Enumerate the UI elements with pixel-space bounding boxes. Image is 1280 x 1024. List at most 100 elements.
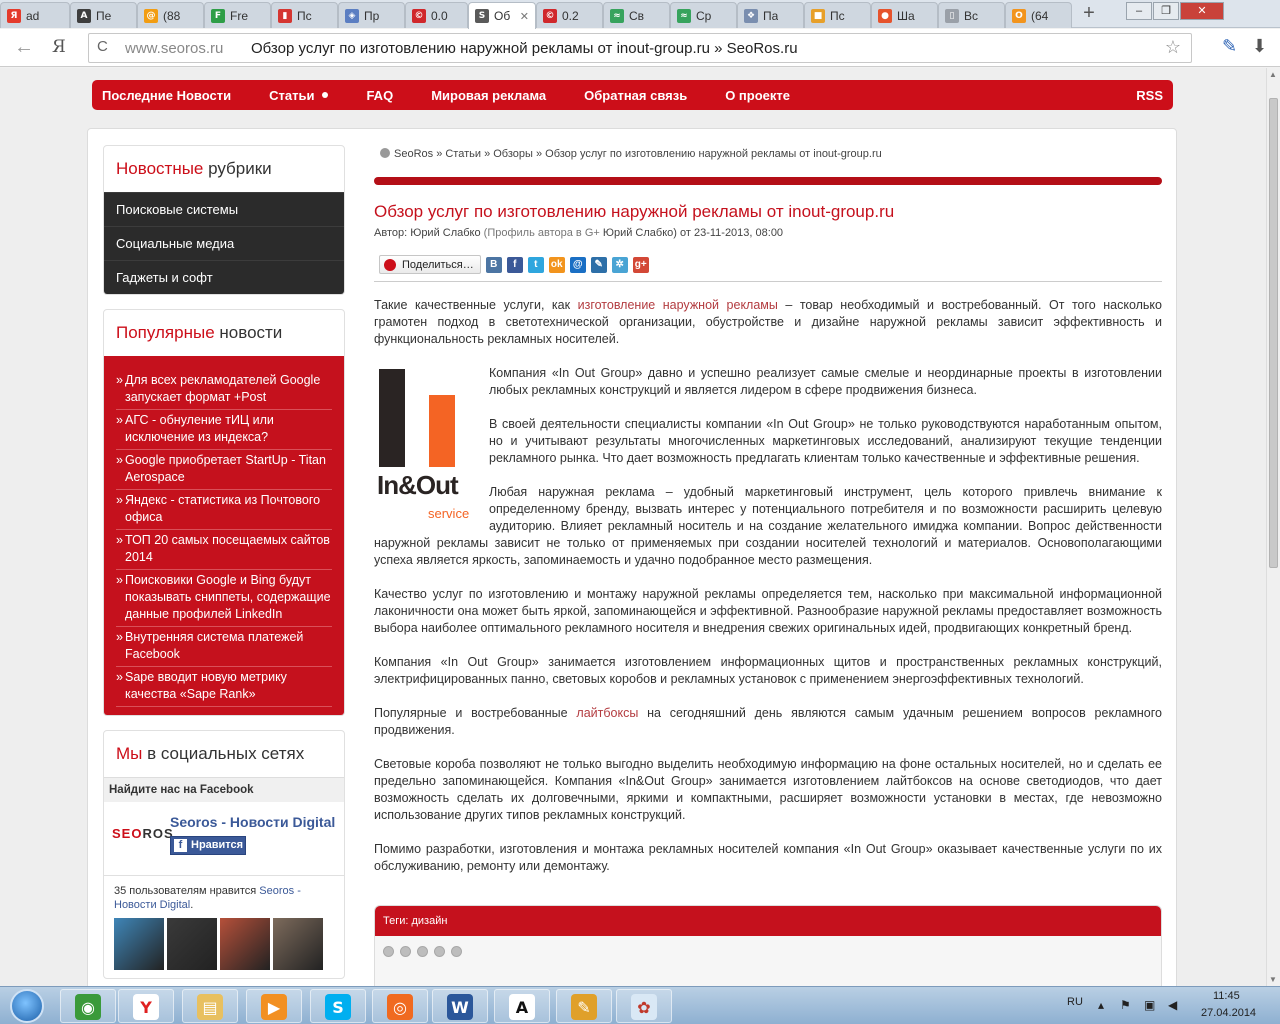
author-profile-link[interactable]: Юрий Слабко) xyxy=(603,227,677,239)
seoros-logo[interactable]: SEOROS xyxy=(112,826,174,841)
bookmark-star-icon[interactable]: ☆ xyxy=(1165,37,1181,58)
nav-articles[interactable]: Статьи xyxy=(269,88,329,103)
back-arrow-icon[interactable]: ← xyxy=(14,36,34,59)
rss-link[interactable]: RSS xyxy=(1136,88,1163,103)
tags-link[interactable]: Теги: дизайн xyxy=(375,906,1161,936)
taskbar-app-button[interactable]: ✿ xyxy=(616,989,672,1023)
browser-tab[interactable]: © 0.0 xyxy=(405,2,468,28)
author[interactable]: Автор: Юрий Слабко xyxy=(374,227,484,239)
language-indicator[interactable]: RU xyxy=(1067,996,1083,1008)
browser-tab[interactable]: ◈ Пр xyxy=(338,2,405,28)
browser-tab[interactable]: Яad xyxy=(0,2,70,28)
popular-news-item[interactable]: Поисковики Google и Bing будут показыват… xyxy=(116,570,332,627)
facebook-like-button[interactable]: f Нравится xyxy=(170,836,246,855)
scroll-thumb[interactable] xyxy=(1269,98,1278,568)
tab-close-icon[interactable]: ✕ xyxy=(520,10,529,23)
start-button[interactable] xyxy=(2,987,54,1024)
odnoklassniki-icon[interactable]: ok xyxy=(548,256,565,273)
popular-news-item[interactable]: Google приобретает StartUp - Titan Aeros… xyxy=(116,450,332,490)
facebook-fan-avatar[interactable] xyxy=(273,918,323,970)
browser-tab[interactable]: ❖ Па xyxy=(737,2,804,28)
browser-tab[interactable]: © 0.2 xyxy=(536,2,603,28)
nav-about[interactable]: О проекте xyxy=(725,88,790,103)
tray-arrow-icon[interactable]: ▴ xyxy=(1098,998,1104,1012)
browser-tab[interactable]: ■ Пс xyxy=(804,2,871,28)
rating-star-icon[interactable] xyxy=(400,946,411,957)
liveinternet-icon[interactable]: ✲ xyxy=(611,256,628,273)
vertical-scrollbar[interactable]: ▲ ▼ xyxy=(1266,68,1280,986)
vkontakte-icon[interactable]: B xyxy=(485,256,502,273)
article-title[interactable]: Обзор услуг по изготовлению наружной рек… xyxy=(374,202,894,222)
rating-star-icon[interactable] xyxy=(417,946,428,957)
taskbar-app-button[interactable]: ◉ xyxy=(60,989,116,1023)
livejournal-icon[interactable]: ✎ xyxy=(590,256,607,273)
download-icon[interactable]: ⬇ xyxy=(1252,36,1267,57)
popular-news-item[interactable]: Sape вводит новую метрику качества «Sape… xyxy=(116,667,332,707)
taskbar-app-button[interactable]: ◎ xyxy=(372,989,428,1023)
address-bar[interactable]: C www.seoros.ru Обзор услуг по изготовле… xyxy=(88,33,1192,63)
popular-news-item[interactable]: Для всех рекламодателей Google запускает… xyxy=(116,370,332,410)
rubric-search-engines[interactable]: Поисковые системы xyxy=(104,192,344,226)
taskbar-app-button[interactable]: A xyxy=(494,989,550,1023)
new-tab-button[interactable]: + xyxy=(1076,3,1102,25)
scroll-down-icon[interactable]: ▼ xyxy=(1269,975,1277,984)
flag-icon[interactable]: ⚑ xyxy=(1120,998,1131,1012)
browser-tab[interactable]: ● Ша xyxy=(871,2,938,28)
popular-news-item[interactable]: Яндекс - статистика из Почтового офиса xyxy=(116,490,332,530)
browser-tab[interactable]: A Пе xyxy=(70,2,137,28)
clock-time[interactable]: 11:45 xyxy=(1213,990,1240,1002)
breadcrumb-text[interactable]: SeoRos » Статьи » Обзоры » Обзор услуг п… xyxy=(394,148,882,160)
paragraph: Световые короба позволяют не только выго… xyxy=(374,757,1162,822)
url-domain[interactable]: www.seoros.ru xyxy=(125,40,223,57)
taskbar-app-button[interactable]: ✎ xyxy=(556,989,612,1023)
mail-ru-icon[interactable]: @ xyxy=(569,256,586,273)
facebook-fan-avatar[interactable] xyxy=(114,918,164,970)
rating-star-icon[interactable] xyxy=(451,946,462,957)
taskbar-app-button[interactable]: S xyxy=(310,989,366,1023)
outdoor-advertising-link[interactable]: изготовление наружной рекламы xyxy=(578,298,778,312)
browser-tab[interactable]: ≈ Св xyxy=(603,2,670,28)
facebook-icon[interactable]: f xyxy=(506,256,523,273)
facebook-fan-avatar[interactable] xyxy=(220,918,270,970)
pen-icon[interactable]: ✎ xyxy=(1222,36,1237,57)
popular-news-item[interactable]: АГС - обнуление тИЦ или исключение из ин… xyxy=(116,410,332,450)
rating-star-icon[interactable] xyxy=(383,946,394,957)
network-icon[interactable]: ▣ xyxy=(1144,998,1155,1012)
browser-tab[interactable]: ▯ Вс xyxy=(938,2,1005,28)
nav-latest-news[interactable]: Последние Новости xyxy=(102,88,231,103)
rubric-gadgets[interactable]: Гаджеты и софт xyxy=(104,260,344,294)
browser-tab[interactable]: F Fre xyxy=(204,2,271,28)
nav-world-advertising[interactable]: Мировая реклама xyxy=(431,88,546,103)
taskbar-app-button[interactable]: ▶ xyxy=(246,989,302,1023)
close-window-button[interactable]: ✕ xyxy=(1180,2,1224,20)
reload-icon[interactable]: C xyxy=(97,38,108,55)
google-plus-icon[interactable]: g+ xyxy=(632,256,649,273)
lightbox-link[interactable]: лайтбоксы xyxy=(576,706,638,720)
browser-tab[interactable]: ▮ Пс xyxy=(271,2,338,28)
restore-button[interactable]: ❐ xyxy=(1153,2,1179,20)
clock-date[interactable]: 27.04.2014 xyxy=(1201,1007,1256,1019)
facebook-page-link[interactable]: Seoros - Новости Digital xyxy=(170,814,335,830)
money-icon: ≈ xyxy=(677,8,691,23)
yandex-icon[interactable]: Я xyxy=(52,37,66,57)
taskbar-app-button[interactable]: Y xyxy=(118,989,174,1023)
popular-news-item[interactable]: Внутренняя система платежей Facebook xyxy=(116,627,332,667)
nav-faq[interactable]: FAQ xyxy=(366,88,393,103)
rating-star-icon[interactable] xyxy=(434,946,445,957)
rubric-social-media[interactable]: Социальные медиа xyxy=(104,226,344,260)
facebook-fan-avatar[interactable] xyxy=(167,918,217,970)
scroll-up-icon[interactable]: ▲ xyxy=(1269,70,1277,79)
share-button[interactable]: Поделиться… xyxy=(379,255,481,274)
taskbar-app-button[interactable]: ▤ xyxy=(182,989,238,1023)
popular-news-item[interactable]: ТОП 20 самых посещаемых сайтов 2014 xyxy=(116,530,332,570)
nav-feedback[interactable]: Обратная связь xyxy=(584,88,687,103)
browser-tab[interactable]: ≈ Ср xyxy=(670,2,737,28)
browser-tab[interactable]: @ (88 xyxy=(137,2,204,28)
minimize-button[interactable]: – xyxy=(1126,2,1152,20)
browser-tab[interactable]: О (64 xyxy=(1005,2,1072,28)
volume-icon[interactable]: ◀ xyxy=(1168,998,1177,1012)
twitter-icon[interactable]: t xyxy=(527,256,544,273)
taskbar-app-button[interactable]: W xyxy=(432,989,488,1023)
browser-tab[interactable]: S Об ✕ xyxy=(468,2,536,29)
url-page-title[interactable]: Обзор услуг по изготовлению наружной рек… xyxy=(251,40,798,57)
